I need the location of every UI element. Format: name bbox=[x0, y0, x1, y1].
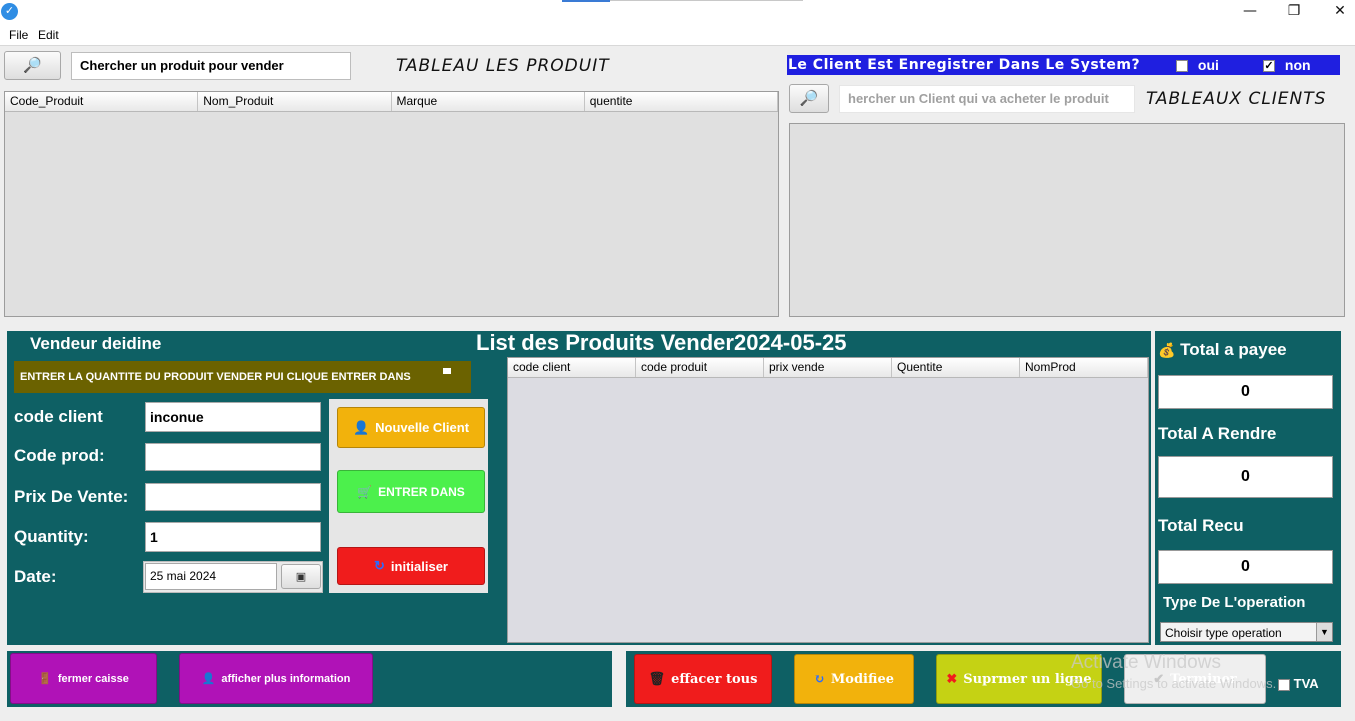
type-operation-label: Type De L'operation bbox=[1163, 594, 1306, 611]
code-client-field[interactable]: inconue bbox=[145, 402, 321, 432]
refresh-icon: ↻ bbox=[374, 558, 385, 573]
menu-edit[interactable]: Edit bbox=[38, 28, 59, 42]
app-icon: ✓ bbox=[1, 3, 18, 20]
col-nom-produit[interactable]: Nom_Produit bbox=[198, 92, 392, 111]
quantity-label: Quantity: bbox=[14, 527, 89, 546]
col-prix-vende[interactable]: prix vende bbox=[764, 358, 892, 377]
products-table-header: Code_Produit Nom_Produit Marque quentite bbox=[5, 92, 778, 112]
minimize-button[interactable]: — bbox=[1227, 0, 1273, 22]
quantity-field[interactable]: 1 bbox=[145, 522, 321, 552]
effacer-tous-button[interactable]: 🗑 effacer tous bbox=[634, 654, 772, 704]
total-recu-field[interactable]: 0 bbox=[1158, 550, 1333, 584]
vendor-name: Vendeur deidine bbox=[30, 334, 162, 353]
prix-label: Prix De Vente: bbox=[14, 487, 129, 506]
chevron-down-icon: ▼ bbox=[1316, 623, 1332, 641]
date-label: Date: bbox=[14, 567, 57, 586]
menu-bar bbox=[0, 24, 1355, 46]
type-operation-select[interactable]: Choisir type operation ▼ bbox=[1160, 622, 1333, 642]
sales-table[interactable]: code client code produit prix vende Quen… bbox=[507, 357, 1149, 643]
fermer-caisse-button[interactable]: 🚪 fermer caisse bbox=[10, 653, 157, 704]
col-code-produit[interactable]: Code_Produit bbox=[5, 92, 199, 111]
oui-checkbox[interactable]: oui bbox=[1176, 57, 1219, 73]
nouvelle-client-button[interactable]: 👤 Nouvelle Client bbox=[337, 407, 485, 448]
clients-table[interactable] bbox=[789, 123, 1345, 317]
entrer-dans-label: ENTRER DANS bbox=[378, 484, 465, 499]
code-client-label: code client bbox=[14, 407, 103, 426]
entrer-dans-button[interactable]: 🛒 ENTRER DANS bbox=[337, 470, 485, 513]
non-label: non bbox=[1284, 57, 1311, 73]
oui-label: oui bbox=[1197, 57, 1219, 73]
instruction-text: ENTRER LA QUANTITE DU PRODUIT VENDER PUI… bbox=[20, 371, 411, 383]
title-bar bbox=[0, 0, 1355, 24]
effacer-tous-label: effacer tous bbox=[671, 671, 758, 687]
sales-list-title: List des Produits Vender2024-05-25 bbox=[476, 330, 847, 355]
restore-button[interactable]: ❐ bbox=[1271, 0, 1317, 22]
total-a-payee-row: 💰 Total a payee bbox=[1158, 340, 1287, 360]
clients-table-title: TABLEAUX CLIENTS bbox=[1146, 89, 1327, 109]
tva-box[interactable] bbox=[1278, 678, 1290, 691]
refresh-icon: ↻ bbox=[814, 671, 825, 687]
initialiser-button[interactable]: ↻ initialiser bbox=[337, 547, 485, 585]
col-quentite[interactable]: quentite bbox=[585, 92, 778, 111]
total-recu-label: Total Recu bbox=[1158, 516, 1244, 535]
total-a-rendre-field[interactable]: 0 bbox=[1158, 456, 1333, 498]
fermer-caisse-label: fermer caisse bbox=[57, 672, 129, 685]
product-search-button[interactable]: 🔎 bbox=[4, 51, 61, 80]
client-registered-question: Le Client Est Enregistrer Dans Le System… bbox=[788, 57, 1141, 73]
menu-file[interactable]: File bbox=[9, 28, 28, 42]
title-accent bbox=[562, 0, 610, 2]
non-box[interactable]: ✓ bbox=[1263, 60, 1275, 73]
non-checkbox[interactable]: ✓ non bbox=[1263, 57, 1311, 73]
code-prod-field[interactable] bbox=[145, 443, 321, 471]
delete-x-icon: ✖ bbox=[946, 671, 958, 687]
close-button[interactable]: ✕ bbox=[1317, 0, 1355, 22]
user-info-icon: 👤 bbox=[201, 673, 216, 685]
code-prod-label: Code prod: bbox=[14, 446, 105, 465]
client-search-button[interactable]: 🔎 bbox=[789, 84, 829, 113]
money-bag-icon: 💰 bbox=[1158, 342, 1176, 358]
search-icon: 🔎 bbox=[799, 89, 819, 107]
activate-windows-hint: Go to Settings to activate Windows. bbox=[1071, 676, 1277, 691]
prix-field[interactable] bbox=[145, 483, 321, 511]
instruction-indicator bbox=[443, 368, 451, 374]
col-nomprod[interactable]: NomProd bbox=[1020, 358, 1148, 377]
col-code-client[interactable]: code client bbox=[508, 358, 636, 377]
client-search-input[interactable]: hercher un Client qui va acheter le prod… bbox=[839, 85, 1135, 113]
afficher-info-label: afficher plus information bbox=[221, 672, 351, 685]
tva-label: TVA bbox=[1293, 676, 1319, 691]
col-marque[interactable]: Marque bbox=[392, 92, 585, 111]
col-quentite[interactable]: Quentite bbox=[892, 358, 1020, 377]
type-operation-value: Choisir type operation bbox=[1165, 626, 1282, 640]
date-field[interactable]: 25 mai 2024 bbox=[145, 563, 277, 590]
afficher-info-button[interactable]: 👤 afficher plus information bbox=[179, 653, 373, 704]
product-search-input[interactable]: Chercher un produit pour vender bbox=[71, 52, 351, 80]
activate-windows-watermark: Activate Windows bbox=[1071, 652, 1221, 673]
total-a-payee-label: Total a payee bbox=[1180, 340, 1287, 359]
products-table[interactable]: Code_Produit Nom_Produit Marque quentite bbox=[4, 91, 779, 317]
user-icon: 👤 bbox=[352, 419, 370, 435]
initialiser-label: initialiser bbox=[390, 558, 448, 574]
products-table-title: TABLEAU LES PRODUIT bbox=[396, 56, 610, 76]
search-icon: 🔎 bbox=[23, 56, 42, 74]
modifiee-button[interactable]: ↻ Modifiee bbox=[794, 654, 914, 704]
sales-table-header: code client code produit prix vende Quen… bbox=[508, 358, 1148, 378]
door-icon: 🚪 bbox=[38, 673, 52, 685]
oui-box[interactable] bbox=[1176, 60, 1188, 73]
nouvelle-client-label: Nouvelle Client bbox=[375, 420, 470, 435]
calendar-button[interactable]: ▣ bbox=[281, 564, 321, 589]
total-a-payee-field[interactable]: 0 bbox=[1158, 375, 1333, 409]
tva-checkbox[interactable]: TVA bbox=[1278, 676, 1319, 691]
cart-icon: 🛒 bbox=[357, 484, 373, 499]
modifiee-label: Modifiee bbox=[830, 671, 894, 687]
calendar-icon: ▣ bbox=[295, 570, 307, 583]
total-a-rendre-label: Total A Rendre bbox=[1158, 424, 1277, 443]
col-code-produit[interactable]: code produit bbox=[636, 358, 764, 377]
trash-icon: 🗑 bbox=[648, 671, 666, 687]
title-accent-line bbox=[610, 0, 803, 1]
